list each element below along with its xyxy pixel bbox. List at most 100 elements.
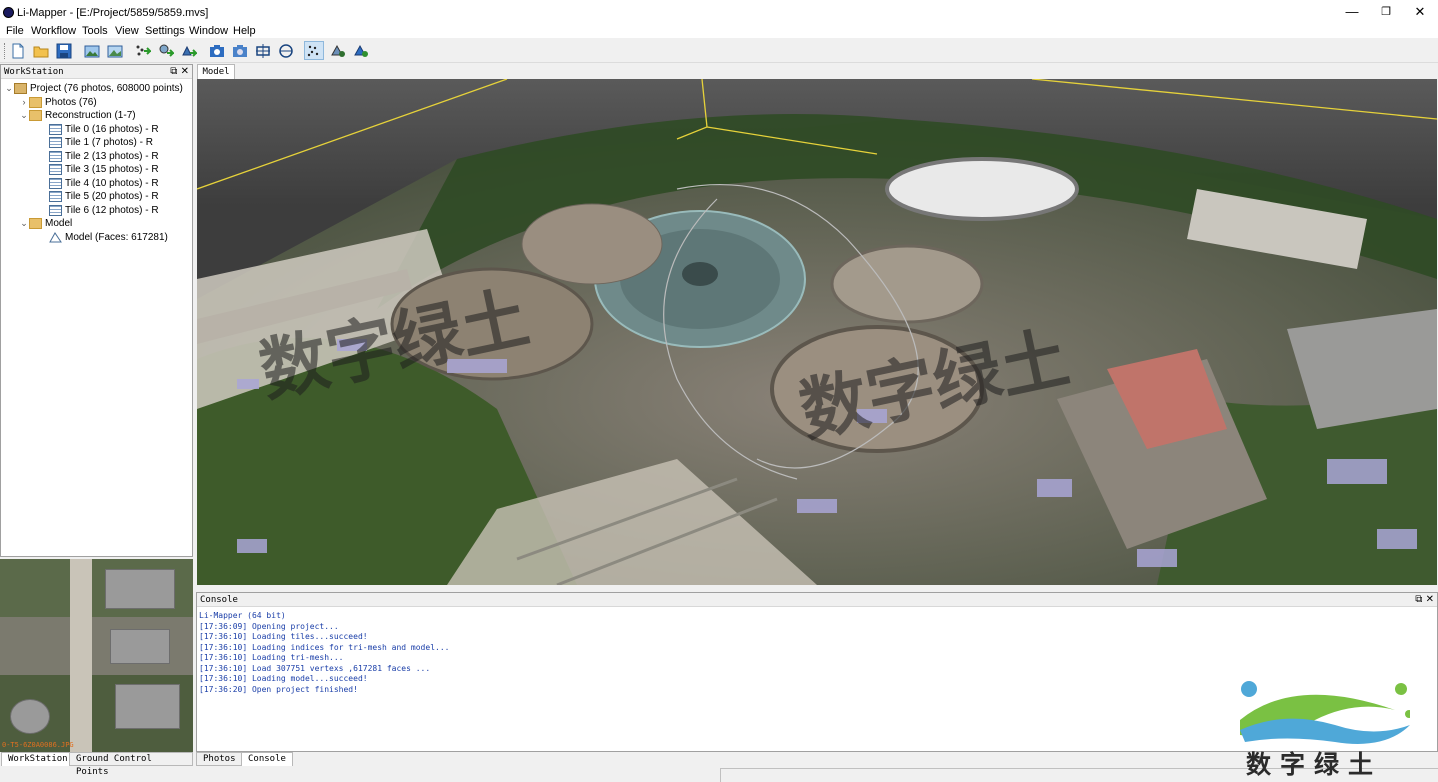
collapse-arrow-icon[interactable]: ⌄ bbox=[4, 82, 14, 95]
tree-label: Tile 0 (16 photos) - R bbox=[65, 124, 159, 135]
tree-item-tile[interactable]: Tile 6 (12 photos) - R bbox=[49, 204, 159, 217]
left-panel-tabs: WorkStation Ground Control Points bbox=[0, 752, 193, 777]
menu-window[interactable]: Window bbox=[189, 25, 228, 37]
tile-icon bbox=[49, 137, 62, 148]
menu-settings[interactable]: Settings bbox=[145, 25, 185, 37]
tree-item-tile[interactable]: Tile 2 (13 photos) - R bbox=[49, 150, 159, 163]
tile-icon bbox=[49, 178, 62, 189]
console-line: [17:36:09] Opening project... bbox=[199, 621, 339, 631]
tree-label: Tile 4 (10 photos) - R bbox=[65, 178, 159, 189]
tile-icon bbox=[49, 124, 62, 135]
tile-icon bbox=[49, 151, 62, 162]
add-photos-icon[interactable] bbox=[82, 41, 102, 60]
title-bar: Li-Mapper - [E:/Project/5859/5859.mvs] —… bbox=[0, 0, 1438, 24]
align-icon[interactable] bbox=[133, 41, 153, 60]
photo-preview[interactable]: 0-T5-6Z0A0086.JPG bbox=[0, 559, 193, 752]
thumb-building bbox=[110, 629, 170, 664]
tree-label: Model bbox=[45, 218, 73, 229]
tree-item-photos[interactable]: › Photos (76) bbox=[19, 96, 97, 109]
toolbar bbox=[0, 38, 1438, 63]
tree-label: Reconstruction (1-7) bbox=[45, 110, 136, 121]
console-line: [17:36:10] Load 307751 vertexs ,617281 f… bbox=[199, 663, 431, 673]
tab-model[interactable]: Model bbox=[197, 64, 235, 79]
tree-label: Tile 5 (20 photos) - R bbox=[65, 191, 159, 202]
workstation-panel: WorkStation ⧉ ✕ ⌄ Project (76 photos, 60… bbox=[0, 64, 193, 557]
camera-settings-icon[interactable] bbox=[230, 41, 250, 60]
workstation-title: WorkStation bbox=[4, 67, 64, 77]
menu-view[interactable]: View bbox=[115, 25, 139, 37]
tree-label: Project (76 photos, 608000 points) bbox=[30, 83, 183, 94]
tree-label: Tile 6 (12 photos) - R bbox=[65, 205, 159, 216]
tree-item-tile[interactable]: Tile 3 (15 photos) - R bbox=[49, 163, 159, 176]
watermark-text: 数字绿土 bbox=[1246, 750, 1383, 779]
save-icon[interactable] bbox=[54, 41, 74, 60]
thumb-building bbox=[105, 569, 175, 609]
menu-tools[interactable]: Tools bbox=[82, 25, 108, 37]
restore-button[interactable]: ❐ bbox=[1376, 4, 1396, 20]
tree-item-project[interactable]: ⌄ Project (76 photos, 608000 points) bbox=[4, 82, 183, 95]
point-cloud-icon[interactable] bbox=[304, 41, 324, 60]
console-header-buttons[interactable]: ⧉ ✕ bbox=[1415, 593, 1434, 607]
tree-label: Tile 2 (13 photos) - R bbox=[65, 151, 159, 162]
mesh-icon[interactable] bbox=[179, 41, 199, 60]
tab-workstation[interactable]: WorkStation bbox=[1, 752, 75, 766]
collapse-arrow-icon[interactable]: ⌄ bbox=[19, 109, 29, 122]
new-project-icon[interactable] bbox=[8, 41, 28, 60]
tree-item-model[interactable]: Model (Faces: 617281) bbox=[49, 231, 168, 244]
tree-item-model-folder[interactable]: ⌄ Model bbox=[19, 217, 72, 230]
model-viewport[interactable]: 数字绿土 数字绿土 bbox=[197, 79, 1437, 585]
console-log: Li-Mapper (64 bit) [17:36:09] Opening pr… bbox=[199, 611, 449, 695]
tree-item-tile[interactable]: Tile 5 (20 photos) - R bbox=[49, 190, 159, 203]
photo-filename: 0-T5-6Z0A0086.JPG bbox=[2, 741, 74, 749]
toolbar-grip[interactable] bbox=[4, 43, 6, 59]
tab-console[interactable]: Console bbox=[241, 752, 293, 766]
console-title: Console bbox=[200, 595, 238, 605]
add-image-folder-icon[interactable] bbox=[105, 41, 125, 60]
open-project-icon[interactable] bbox=[31, 41, 51, 60]
camera-view-icon[interactable] bbox=[207, 41, 227, 60]
tile-icon bbox=[49, 205, 62, 216]
close-button[interactable]: ✕ bbox=[1410, 4, 1430, 20]
tree-item-tile[interactable]: Tile 4 (10 photos) - R bbox=[49, 177, 159, 190]
tree-item-tile[interactable]: Tile 0 (16 photos) - R bbox=[49, 123, 159, 136]
tree-label: Tile 1 (7 photos) - R bbox=[65, 137, 153, 148]
densify-icon[interactable] bbox=[156, 41, 176, 60]
menu-bar: File Workflow Tools View Settings Window… bbox=[0, 24, 1438, 38]
center-panel-tabs: Photos Console bbox=[196, 752, 396, 766]
tab-photos[interactable]: Photos bbox=[196, 752, 243, 766]
mesh-triangle-icon bbox=[49, 232, 62, 243]
menu-help[interactable]: Help bbox=[233, 25, 256, 37]
folder-icon bbox=[29, 218, 42, 229]
console-line: [17:36:10] Loading model...succeed! bbox=[199, 674, 368, 683]
console-line: [17:36:10] Loading indices for tri-mesh … bbox=[199, 642, 450, 652]
console-line: [17:36:10] Loading tri-mesh... bbox=[199, 653, 344, 662]
console-line: [17:36:20] Open project finished! bbox=[199, 684, 358, 694]
expand-arrow-icon[interactable]: › bbox=[19, 96, 29, 109]
workstation-header: WorkStation ⧉ ✕ bbox=[1, 65, 192, 79]
project-icon bbox=[14, 83, 27, 94]
tile-icon bbox=[49, 164, 62, 175]
menu-workflow[interactable]: Workflow bbox=[31, 25, 76, 37]
tile-icon bbox=[49, 191, 62, 202]
tree-label: Model (Faces: 617281) bbox=[65, 232, 168, 243]
console-line: [17:36:10] Loading tiles...succeed! bbox=[199, 632, 368, 641]
tree-label: Photos (76) bbox=[45, 97, 97, 108]
minimize-button[interactable]: — bbox=[1342, 4, 1362, 20]
tab-ground-control-points[interactable]: Ground Control Points bbox=[69, 752, 193, 777]
fit-view-icon[interactable] bbox=[253, 41, 273, 60]
tree-item-tile[interactable]: Tile 1 (7 photos) - R bbox=[49, 136, 153, 149]
tree-label: Tile 3 (15 photos) - R bbox=[65, 164, 159, 175]
folder-icon bbox=[29, 110, 42, 121]
console-header: Console ⧉ ✕ bbox=[197, 593, 1437, 607]
collapse-arrow-icon[interactable]: ⌄ bbox=[19, 217, 29, 230]
thumb-building bbox=[10, 699, 50, 734]
model-icon[interactable] bbox=[351, 41, 371, 60]
rotate-view-icon[interactable] bbox=[276, 41, 296, 60]
folder-icon bbox=[29, 97, 42, 108]
window-title: Li-Mapper - [E:/Project/5859/5859.mvs] bbox=[17, 7, 209, 19]
tree-item-reconstruction[interactable]: ⌄ Reconstruction (1-7) bbox=[19, 109, 136, 122]
app-logo-icon bbox=[3, 7, 14, 18]
menu-file[interactable]: File bbox=[6, 25, 24, 37]
texture-icon[interactable] bbox=[328, 41, 348, 60]
workstation-header-buttons[interactable]: ⧉ ✕ bbox=[170, 65, 189, 79]
